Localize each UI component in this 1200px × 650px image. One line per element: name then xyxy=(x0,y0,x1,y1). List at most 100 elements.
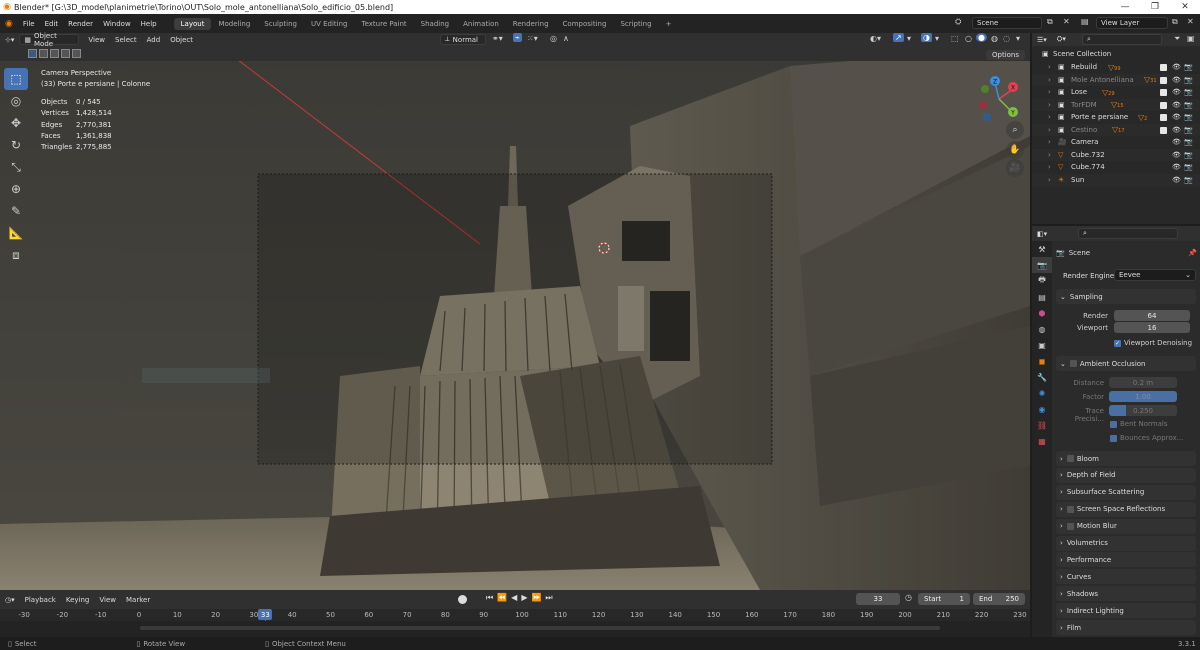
tab-layout[interactable]: Layout xyxy=(173,17,212,30)
timeline-editor-icon[interactable]: ◷▾ xyxy=(0,596,20,604)
viewport-denoising-checkbox[interactable]: ✓ Viewport Denoising xyxy=(1114,339,1192,347)
display-mode-icon[interactable]: ⛭▾ xyxy=(1052,35,1071,44)
tab-sculpting[interactable]: Sculpting xyxy=(257,18,304,30)
eye-icon[interactable]: 👁 xyxy=(1172,151,1181,159)
chevron-right-icon[interactable]: › xyxy=(1048,126,1051,134)
camera-render-icon[interactable]: 📷 xyxy=(1184,176,1193,184)
end-frame-field[interactable]: End 250 xyxy=(973,593,1025,605)
wireframe-shading-icon[interactable]: ○ xyxy=(965,34,972,43)
panel-header-subsurface-scattering[interactable]: › Subsurface Scattering xyxy=(1056,484,1196,500)
panel-header-indirect-lighting[interactable]: › Indirect Lighting xyxy=(1056,603,1196,619)
menu-help[interactable]: Help xyxy=(136,20,162,28)
exclude-checkbox[interactable] xyxy=(1160,76,1167,84)
modifier-tab-icon[interactable]: 🔧 xyxy=(1032,369,1052,385)
outliner-item[interactable]: › ▣ Lose ▽29 👁 📷 xyxy=(1032,86,1200,99)
chevron-right-icon[interactable]: › xyxy=(1048,63,1051,71)
add-workspace-button[interactable]: + xyxy=(659,18,679,30)
world-tab-icon[interactable]: ◍ xyxy=(1032,321,1052,337)
clock-icon[interactable]: ◷ xyxy=(905,593,912,602)
panel-header-shadows[interactable]: › Shadows xyxy=(1056,586,1196,602)
playback-menu[interactable]: Playback xyxy=(20,596,61,604)
menu-window[interactable]: Window xyxy=(98,20,136,28)
camera-render-icon[interactable]: 📷 xyxy=(1184,151,1193,159)
gizmo-neg-z[interactable] xyxy=(983,113,991,121)
menu-select[interactable]: Select xyxy=(110,36,142,44)
outliner-item[interactable]: › ☀ Sun 👁 📷 xyxy=(1032,173,1200,186)
menu-add[interactable]: Add xyxy=(142,36,166,44)
overlays-menu-icon[interactable]: ▾ xyxy=(935,34,939,43)
viewport-samples-field[interactable]: 16 xyxy=(1114,322,1190,333)
constraints-tab-icon[interactable]: ⛓ xyxy=(1032,417,1052,433)
gizmo-menu-icon[interactable]: ▾ xyxy=(907,34,911,43)
camera-render-icon[interactable]: 📷 xyxy=(1184,126,1193,134)
outliner-item[interactable]: › ▽ Cube.732 👁 📷 xyxy=(1032,148,1200,161)
snap-icon[interactable]: ⌁ xyxy=(513,33,522,42)
panel-header-screen-space-reflections[interactable]: › Screen Space Reflections xyxy=(1056,501,1196,517)
camera-render-icon[interactable]: 📷 xyxy=(1184,138,1193,146)
particles-tab-icon[interactable]: ✺ xyxy=(1032,385,1052,401)
copy-scene-icon[interactable]: ⧉ xyxy=(1047,17,1053,27)
view-layer-icon[interactable]: ▤ xyxy=(1081,17,1089,26)
select-invert-icon[interactable] xyxy=(61,49,70,58)
outliner-item[interactable]: › ▽ Cube.774 👁 📷 xyxy=(1032,161,1200,174)
render-engine-dropdown[interactable]: Eevee ⌄ xyxy=(1114,269,1196,281)
marker-menu[interactable]: Marker xyxy=(121,596,155,604)
distance-field[interactable]: 0.2 m xyxy=(1109,377,1177,388)
tab-uv-editing[interactable]: UV Editing xyxy=(304,18,355,30)
texture-tab-icon[interactable]: ▦ xyxy=(1032,433,1052,449)
outliner-item[interactable]: › ▣ Rebuild ▽99 👁 📷 xyxy=(1032,61,1200,74)
playhead[interactable]: 33 xyxy=(258,609,273,620)
current-frame-field[interactable]: 33 xyxy=(856,593,900,605)
camera-render-icon[interactable]: 📷 xyxy=(1184,163,1193,171)
cursor-tool-icon[interactable]: ◎ xyxy=(4,90,28,112)
bounces-approx-checkbox[interactable]: Bounces Approx... xyxy=(1110,434,1183,442)
panel-header-curves[interactable]: › Curves xyxy=(1056,569,1196,585)
tab-compositing[interactable]: Compositing xyxy=(556,18,614,30)
chevron-right-icon[interactable]: › xyxy=(1048,151,1051,159)
solid-shading-icon[interactable]: ● xyxy=(976,33,987,42)
select-new-icon[interactable] xyxy=(28,49,37,58)
delete-scene-icon[interactable]: ✕ xyxy=(1063,17,1070,26)
viewport-options-button[interactable]: Options xyxy=(986,50,1026,60)
copy-view-layer-icon[interactable]: ⧉ xyxy=(1172,17,1178,27)
eye-icon[interactable]: 👁 xyxy=(1172,126,1181,134)
overlays-icon[interactable]: ◑ xyxy=(921,33,932,42)
select-subtract-icon[interactable] xyxy=(50,49,59,58)
camera-render-icon[interactable]: 📷 xyxy=(1184,101,1193,109)
tool-tab-icon[interactable]: ⚒ xyxy=(1032,241,1052,257)
panel-header-motion-blur[interactable]: › Motion Blur xyxy=(1056,518,1196,534)
outliner-item[interactable]: › ▣ TorFDM ▽15 👁 📷 xyxy=(1032,98,1200,111)
chevron-right-icon[interactable]: › xyxy=(1048,88,1051,96)
filter-icon[interactable]: ⏷ xyxy=(1174,34,1180,44)
tab-texture-paint[interactable]: Texture Paint xyxy=(355,18,414,30)
camera-render-icon[interactable]: 📷 xyxy=(1184,63,1193,71)
3d-viewport[interactable] xyxy=(0,46,1030,590)
new-collection-icon[interactable]: ▣ xyxy=(1187,34,1195,43)
outliner-item[interactable]: › ▣ Porte e persiane ▽2 👁 📷 xyxy=(1032,111,1200,124)
ambient-occlusion-panel-header[interactable]: ⌄ Ambient Occlusion xyxy=(1056,356,1196,371)
maximize-button[interactable]: ❐ xyxy=(1140,0,1170,14)
eye-icon[interactable]: 👁 xyxy=(1172,163,1181,171)
properties-editor-icon[interactable]: ◧▾ xyxy=(1032,230,1052,238)
view-layer-selector[interactable]: View Layer xyxy=(1096,17,1168,29)
delete-view-layer-icon[interactable]: ✕ xyxy=(1187,17,1194,26)
select-intersect-icon[interactable] xyxy=(72,49,81,58)
eye-icon[interactable]: 👁 xyxy=(1172,76,1181,84)
scene-collection-row[interactable]: ▣ Scene Collection xyxy=(1032,48,1200,61)
rotate-tool-icon[interactable]: ↻ xyxy=(4,134,28,156)
select-box-tool-icon[interactable]: ⬚ xyxy=(4,68,28,90)
panel-enable-checkbox[interactable] xyxy=(1066,505,1074,513)
exclude-checkbox[interactable] xyxy=(1160,126,1167,134)
timeline-scrollbar[interactable] xyxy=(140,626,940,630)
chevron-right-icon[interactable]: › xyxy=(1048,113,1051,121)
menu-view[interactable]: View xyxy=(83,36,110,44)
outliner-editor-icon[interactable]: ☰▾ xyxy=(1032,36,1052,44)
visibility-icon[interactable]: ◐▾ xyxy=(870,34,881,43)
falloff-icon[interactable]: ∧ xyxy=(563,34,569,43)
playback-controls-icon[interactable]: ⏮⏪◀▶⏩⏭ xyxy=(486,593,557,603)
scale-tool-icon[interactable]: ⤡ xyxy=(4,156,28,178)
view-layer-tab-icon[interactable]: ▤ xyxy=(1032,289,1052,305)
timeline-view-menu[interactable]: View xyxy=(94,596,121,604)
scene-icon[interactable]: ⛭ xyxy=(955,17,961,27)
panel-header-performance[interactable]: › Performance xyxy=(1056,552,1196,568)
